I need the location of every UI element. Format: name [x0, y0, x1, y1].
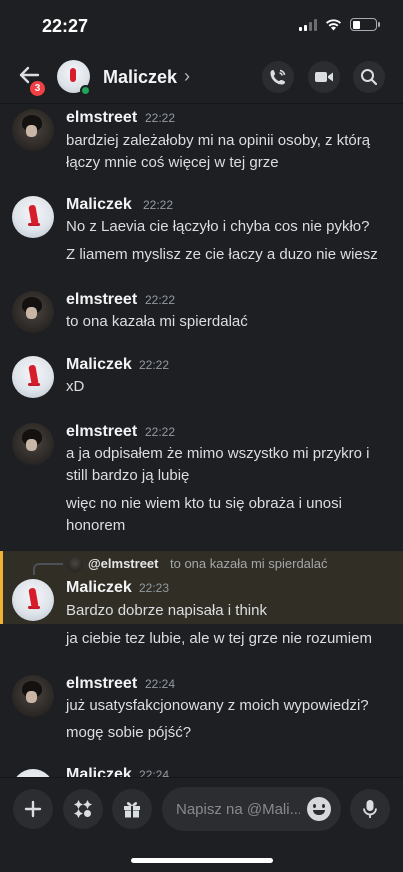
video-call-button[interactable] [308, 61, 340, 93]
message-timestamp: 22:22 [145, 293, 176, 307]
apps-button[interactable] [63, 789, 103, 829]
gift-icon [124, 802, 140, 818]
chevron-right-icon[interactable]: › [184, 66, 190, 87]
emoji-icon[interactable] [307, 797, 331, 821]
message-composer [0, 777, 403, 872]
message-text: Z liamem myslisz ze cie łaczy a duzo nie… [66, 246, 378, 263]
attach-button[interactable] [13, 789, 53, 829]
message-text: mogę sobie pójść? [66, 724, 192, 741]
microphone-icon [363, 800, 377, 818]
search-icon [361, 69, 378, 86]
voice-message-button[interactable] [350, 789, 390, 829]
message-username[interactable]: elmstreet [66, 291, 137, 309]
reply-connector [33, 563, 63, 575]
message-text: No z Laevia cie łączyło i chyba cos nie … [66, 218, 370, 235]
status-icons [299, 18, 380, 31]
message-username[interactable]: elmstreet [66, 675, 137, 693]
message-timestamp: 22:22 [145, 111, 176, 125]
message-text: Bardzo dobrze napisała i think [66, 602, 267, 619]
message-text: łączy mnie coś więcej w tej grze [66, 154, 279, 171]
user-avatar[interactable] [12, 769, 54, 777]
message-timestamp: 22:23 [139, 581, 170, 595]
message-username[interactable]: elmstreet [66, 423, 137, 441]
wifi-icon [326, 19, 341, 31]
message-timestamp: 22:24 [139, 768, 170, 777]
back-button[interactable]: 3 [16, 62, 47, 98]
channel-title[interactable]: Maliczek [103, 67, 177, 88]
call-icon [270, 69, 286, 85]
message-timestamp: 22:22 [143, 198, 174, 212]
battery-icon [350, 18, 380, 31]
user-avatar[interactable] [12, 291, 54, 333]
message-timestamp: 22:22 [139, 358, 170, 372]
channel-header: 3 Maliczek › [0, 52, 403, 104]
message-username[interactable]: Maliczek [66, 196, 132, 214]
message-text: honorem [66, 517, 126, 534]
reply-preview-text[interactable]: to ona kazała mi spierdalać [170, 556, 328, 571]
message-text: still bardzo ją lubię [66, 467, 190, 484]
reply-username[interactable]: @elmstreet [88, 556, 158, 571]
video-icon [315, 72, 333, 82]
unread-badge: 3 [28, 79, 47, 98]
message-input[interactable] [176, 787, 300, 831]
message-text: ja ciebie tez lubie, ale w tej grze nie … [66, 630, 372, 647]
user-avatar[interactable] [12, 675, 54, 717]
online-status-indicator [80, 85, 91, 96]
user-avatar[interactable] [12, 109, 54, 151]
apps-icon [74, 800, 92, 818]
message-text: a ja odpisałem że mimo wszystko mi przyk… [66, 445, 370, 462]
user-avatar[interactable] [12, 423, 54, 465]
user-avatar[interactable] [12, 356, 54, 398]
message-list[interactable]: elmstreet 22:22 bardziej zależałoby mi n… [0, 105, 403, 777]
gift-button[interactable] [112, 789, 152, 829]
message-text: to ona kazała mi spierdalać [66, 313, 248, 330]
search-button[interactable] [353, 61, 385, 93]
message-text: bardziej zależałoby mi na opinii osoby, … [66, 132, 371, 149]
message-text: xD [66, 378, 85, 395]
status-time: 22:27 [42, 16, 89, 36]
message-username[interactable]: elmstreet [66, 109, 137, 127]
user-avatar[interactable] [12, 196, 54, 238]
message-text: już usatysfakcjonowany z moich wypowiedz… [66, 697, 369, 714]
message-username[interactable]: Maliczek [66, 766, 132, 777]
status-bar: 22:27 [0, 0, 403, 50]
user-avatar[interactable] [12, 579, 54, 621]
message-timestamp: 22:22 [145, 425, 176, 439]
message-input-box[interactable] [162, 787, 341, 831]
cellular-signal-icon [299, 18, 317, 31]
message-text: więc no nie wiem kto tu się obraża i uno… [66, 495, 342, 512]
home-indicator[interactable] [131, 858, 273, 863]
message-username[interactable]: Maliczek [66, 579, 132, 597]
reply-avatar [67, 556, 83, 572]
plus-icon [24, 800, 42, 818]
message-username[interactable]: Maliczek [66, 356, 132, 374]
message-timestamp: 22:24 [145, 677, 176, 691]
voice-call-button[interactable] [262, 61, 294, 93]
